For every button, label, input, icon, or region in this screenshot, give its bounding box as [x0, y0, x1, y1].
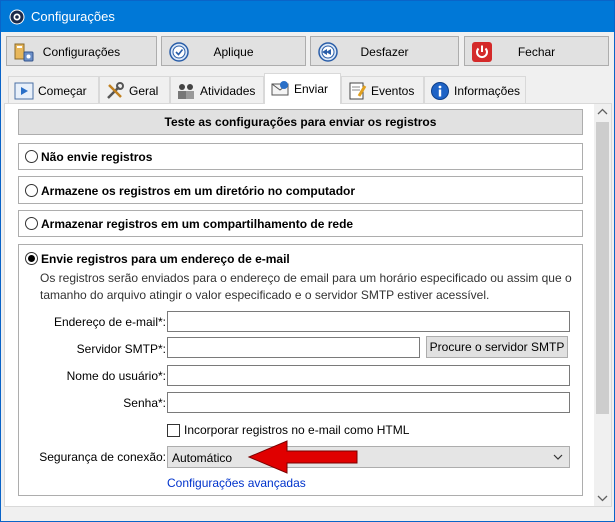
send-email-radio[interactable]: [25, 252, 38, 265]
store-share-label: Armazenar registros em um compartilhamen…: [41, 217, 354, 231]
play-icon: [14, 82, 34, 100]
window-title: Configurações: [31, 9, 115, 24]
app-icon: [9, 9, 25, 25]
chevron-down-icon: [553, 454, 563, 460]
username-input[interactable]: [167, 365, 570, 386]
scroll-up-icon[interactable]: [594, 104, 611, 121]
settings-window: Configurações Configurações Aplique Desf…: [0, 0, 615, 522]
test-settings-button[interactable]: Teste as configurações para enviar os re…: [18, 109, 583, 135]
find-smtp-button[interactable]: Procure o servidor SMTP: [426, 336, 568, 358]
tab-comecar[interactable]: Começar: [8, 76, 99, 103]
tab-informacoes-label: Informações: [454, 84, 521, 98]
send-email-label: Envie registros para um endereço de e-ma…: [41, 252, 290, 266]
tab-eventos[interactable]: Eventos: [341, 76, 424, 103]
option-no-send[interactable]: Não envie registros: [18, 143, 583, 170]
embed-html-label: Incorporar registros no e-mail como HTML: [184, 423, 410, 437]
mail-icon: [271, 81, 289, 96]
people-icon: [178, 84, 194, 99]
advanced-settings-link[interactable]: Configurações avançadas: [167, 476, 306, 490]
fechar-button-label: Fechar: [517, 45, 556, 59]
no-send-label: Não envie registros: [41, 150, 153, 164]
tab-informacoes[interactable]: Informações: [424, 76, 526, 103]
aplique-button[interactable]: Aplique: [161, 36, 306, 66]
email-description: Os registros serão enviados para o ender…: [40, 271, 572, 302]
tab-enviar[interactable]: Enviar: [264, 73, 341, 104]
security-select-value: Automático: [172, 451, 233, 465]
tab-comecar-label: Começar: [38, 84, 87, 98]
security-select[interactable]: Automático: [167, 446, 570, 468]
tab-eventos-label: Eventos: [371, 84, 415, 98]
no-send-radio[interactable]: [25, 150, 38, 163]
password-label: Senha*:: [123, 396, 166, 410]
store-dir-label: Armazene os registros em um diretório no…: [41, 184, 356, 198]
tab-atividades[interactable]: Atividades: [170, 76, 264, 103]
tab-geral[interactable]: Geral: [99, 76, 170, 103]
scroll-thumb[interactable]: [596, 122, 609, 414]
vertical-scrollbar[interactable]: [594, 104, 611, 506]
option-store-share[interactable]: Armazenar registros em um compartilhamen…: [18, 210, 583, 237]
password-input[interactable]: [167, 392, 570, 413]
configuracoes-button[interactable]: Configurações: [6, 36, 157, 66]
desfazer-button[interactable]: Desfazer: [310, 36, 459, 66]
security-label: Segurança de conexão:: [39, 450, 166, 464]
tab-enviar-label: Enviar: [294, 82, 329, 96]
email-address-label: Endereço de e-mail*:: [53, 315, 166, 329]
email-address-input[interactable]: [167, 311, 570, 332]
smtp-server-input[interactable]: [167, 337, 420, 358]
smtp-server-label: Servidor SMTP*:: [76, 342, 166, 356]
store-dir-radio[interactable]: [25, 184, 38, 197]
username-label: Nome do usuário*:: [66, 369, 166, 383]
aplique-button-label: Aplique: [213, 45, 254, 59]
title-bar[interactable]: Configurações: [1, 1, 614, 32]
tab-strip: Começar Geral Atividades Enviar Eventos …: [4, 73, 612, 104]
fechar-button[interactable]: Fechar: [464, 36, 609, 66]
desfazer-button-label: Desfazer: [360, 45, 409, 59]
option-store-dir[interactable]: Armazene os registros em um diretório no…: [18, 176, 583, 204]
scroll-down-icon[interactable]: [594, 489, 611, 506]
store-share-radio[interactable]: [25, 217, 38, 230]
info-icon: [431, 82, 449, 100]
red-arrow-annotation: [247, 440, 358, 474]
tab-geral-label: Geral: [129, 84, 159, 98]
tab-atividades-label: Atividades: [200, 84, 256, 98]
notepad-icon: [349, 82, 367, 100]
tools-icon: [107, 82, 124, 99]
embed-html-checkbox[interactable]: [167, 424, 180, 437]
configuracoes-button-label: Configurações: [42, 45, 121, 59]
